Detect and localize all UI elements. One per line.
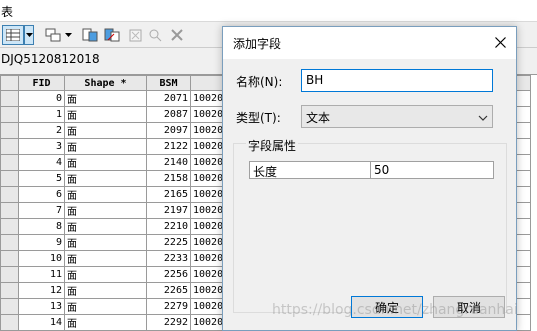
window-titlebar: 表 xyxy=(0,0,537,22)
column-header-bsm[interactable]: BSM xyxy=(146,75,191,91)
cell-bsm[interactable]: 2197 xyxy=(146,202,191,219)
field-properties-table[interactable]: 长度 50 xyxy=(249,161,494,179)
row-selector[interactable] xyxy=(0,154,19,171)
cell-shape[interactable]: 面 xyxy=(64,298,147,315)
row-selector[interactable] xyxy=(0,314,19,331)
cell-bsm[interactable]: 2256 xyxy=(146,266,191,283)
select-by-attributes-icon[interactable] xyxy=(80,25,100,45)
cell-bsm[interactable]: 2140 xyxy=(146,154,191,171)
row-selector[interactable] xyxy=(0,138,19,155)
cell-shape[interactable]: 面 xyxy=(64,314,147,331)
cell-fid[interactable]: 1 xyxy=(18,106,65,123)
window-title: 表 xyxy=(1,5,14,19)
cell-shape[interactable]: 面 xyxy=(64,282,147,299)
row-selector[interactable] xyxy=(0,122,19,139)
cell-fid[interactable]: 10 xyxy=(18,250,65,267)
cell-fid[interactable]: 12 xyxy=(18,282,65,299)
cell-shape[interactable]: 面 xyxy=(64,250,147,267)
table-options-icon[interactable] xyxy=(2,25,24,45)
cell-bsm[interactable]: 2165 xyxy=(146,186,191,203)
cell-fid[interactable]: 14 xyxy=(18,314,65,331)
cell-shape[interactable]: 面 xyxy=(64,266,147,283)
zoom-to-selected-icon xyxy=(146,25,164,45)
row-selector[interactable] xyxy=(0,218,19,235)
row-selector[interactable] xyxy=(0,234,19,251)
cell-shape[interactable]: 面 xyxy=(64,234,147,251)
cell-fid[interactable]: 9 xyxy=(18,234,65,251)
row-selector[interactable] xyxy=(0,202,19,219)
cell-bsm[interactable]: 2158 xyxy=(146,170,191,187)
cell-fid[interactable]: 3 xyxy=(18,138,65,155)
cell-fid[interactable]: 13 xyxy=(18,298,65,315)
cell-bsm[interactable]: 2097 xyxy=(146,122,191,139)
cell-bsm[interactable]: 2225 xyxy=(146,234,191,251)
cell-shape[interactable]: 面 xyxy=(64,218,147,235)
cell-shape[interactable]: 面 xyxy=(64,106,147,123)
layer-name-label[interactable]: DJQ5120812018 xyxy=(1,52,100,66)
table-options-dropdown-icon[interactable] xyxy=(24,25,34,45)
switch-selection-icon[interactable] xyxy=(102,25,122,45)
field-properties-title: 字段属性 xyxy=(246,137,299,154)
cell-bsm[interactable]: 2122 xyxy=(146,138,191,155)
row-selector[interactable] xyxy=(0,90,19,107)
type-label: 类型(T): xyxy=(236,111,281,125)
cell-shape[interactable]: 面 xyxy=(64,186,147,203)
row-selector[interactable] xyxy=(0,106,19,123)
column-header-shape[interactable]: Shape * xyxy=(64,75,147,91)
cell-bsm[interactable]: 2087 xyxy=(146,106,191,123)
cell-fid[interactable]: 0 xyxy=(18,90,65,107)
field-name-input[interactable]: BH xyxy=(301,69,493,92)
cell-shape[interactable]: 面 xyxy=(64,202,147,219)
close-icon[interactable] xyxy=(490,32,510,52)
cell-fid[interactable]: 2 xyxy=(18,122,65,139)
delete-selected-icon xyxy=(168,25,186,45)
cell-bsm[interactable]: 2279 xyxy=(146,298,191,315)
cell-shape[interactable]: 面 xyxy=(64,90,147,107)
cell-fid[interactable]: 6 xyxy=(18,186,65,203)
row-selector[interactable] xyxy=(0,170,19,187)
row-selector[interactable] xyxy=(0,186,19,203)
row-selector-header xyxy=(0,75,19,91)
column-header-fid[interactable]: FID xyxy=(18,75,65,91)
field-type-select[interactable]: 文本 xyxy=(301,105,493,128)
dialog-title: 添加字段 xyxy=(233,37,282,51)
cell-shape[interactable]: 面 xyxy=(64,170,147,187)
clear-selection-icon xyxy=(126,25,144,45)
row-selector[interactable] xyxy=(0,282,19,299)
cell-fid[interactable]: 5 xyxy=(18,170,65,187)
cell-fid[interactable]: 11 xyxy=(18,266,65,283)
property-value-length[interactable]: 50 xyxy=(371,162,493,178)
cell-bsm[interactable]: 2292 xyxy=(146,314,191,331)
row-selector[interactable] xyxy=(0,250,19,267)
related-tables-dropdown-icon[interactable] xyxy=(63,25,73,45)
cell-shape[interactable]: 面 xyxy=(64,122,147,139)
row-selector[interactable] xyxy=(0,266,19,283)
chevron-down-icon xyxy=(478,111,488,125)
cell-bsm[interactable]: 2265 xyxy=(146,282,191,299)
cell-fid[interactable]: 4 xyxy=(18,154,65,171)
cell-shape[interactable]: 面 xyxy=(64,138,147,155)
cell-shape[interactable]: 面 xyxy=(64,154,147,171)
property-name-length: 长度 xyxy=(250,162,371,179)
cell-fid[interactable]: 7 xyxy=(18,202,65,219)
related-tables-icon[interactable] xyxy=(42,25,64,45)
watermark-text: https://blog.csdn.net/zhangruanhai xyxy=(272,302,518,318)
name-label: 名称(N): xyxy=(236,75,283,89)
table-window: 表 DJQ5120812018 FID Shape * BSM 0 面 2071… xyxy=(0,0,537,331)
row-selector[interactable] xyxy=(0,298,19,315)
add-field-dialog: 添加字段 名称(N): BH 类型(T): 文本 字段属性 长度 50 确定 取… xyxy=(222,26,517,331)
cell-fid[interactable]: 8 xyxy=(18,218,65,235)
field-type-value: 文本 xyxy=(306,111,331,125)
dialog-body: 名称(N): BH 类型(T): 文本 字段属性 长度 50 确定 取消 xyxy=(223,59,516,330)
cell-bsm[interactable]: 2210 xyxy=(146,218,191,235)
cell-bsm[interactable]: 2071 xyxy=(146,90,191,107)
cell-bsm[interactable]: 2233 xyxy=(146,250,191,267)
